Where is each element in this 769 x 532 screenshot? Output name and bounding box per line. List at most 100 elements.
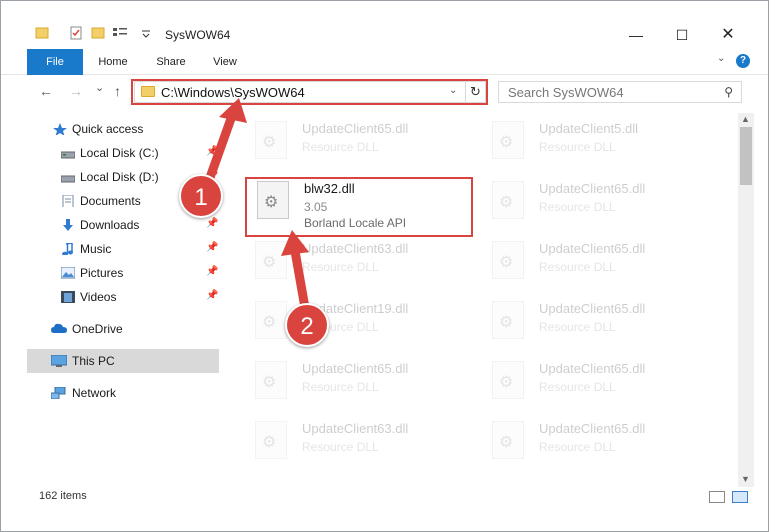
sidebar-item-this-pc[interactable]: This PC [27,349,219,373]
sidebar-item-network[interactable]: Network [27,381,219,405]
sidebar-item-label: Videos [80,290,117,304]
gear-icon: ⚙ [262,434,277,451]
new-folder-icon[interactable] [91,26,105,40]
sidebar-item-label: Music [80,242,112,256]
pin-icon[interactable]: 📌 [206,242,218,253]
up-button[interactable]: ↑ [114,83,121,99]
sidebar-item-pictures[interactable]: Pictures 📌 [27,261,219,285]
file-item[interactable]: ⚙ UpdateClient65.dll Resource DLL [482,295,710,347]
item-count: 162 items [39,490,87,502]
gear-icon: ⚙ [262,254,277,271]
chevron-down-icon[interactable]: ⌄ [717,53,725,64]
tiles-view-icon[interactable] [732,491,748,503]
search-input[interactable]: Search SysWOW64 ⚲ [498,81,742,103]
search-placeholder[interactable]: Search SysWOW64 [508,85,624,100]
address-highlight-box [131,79,488,105]
file-item[interactable]: ⚙ UpdateClient63.dll Resource DLL [245,415,473,467]
search-icon[interactable]: ⚲ [724,85,733,99]
scroll-up-icon[interactable]: ▲ [741,114,750,124]
sidebar-item-label: Quick access [72,122,144,136]
file-item[interactable]: ⚙ UpdateClient65.dll Resource DLL [482,415,710,467]
sidebar-item-music[interactable]: Music 📌 [27,237,219,261]
pin-icon[interactable]: 📌 [206,290,218,301]
file-type: Resource DLL [539,320,616,334]
sidebar-item-local-disk-c[interactable]: Local Disk (C:) 📌 [27,141,219,165]
sidebar-item-downloads[interactable]: Downloads 📌 [27,213,219,237]
sidebar-item-label: Local Disk (D:) [80,170,159,184]
gear-icon: ⚙ [499,434,514,451]
forward-button[interactable]: → [69,83,83,99]
callout-badge-1: 1 [179,174,223,218]
tab-view[interactable]: View [201,49,249,75]
tab-share[interactable]: Share [145,49,197,75]
dll-file-icon: ⚙ [492,241,524,279]
dll-file-icon: ⚙ [255,421,287,459]
file-item[interactable]: ⚙ UpdateClient65.dll Resource DLL [245,355,473,407]
file-type: Resource DLL [539,200,616,214]
file-item[interactable]: ⚙ UpdateClient5.dll Resource DLL [482,115,710,167]
scroll-down-icon[interactable]: ▼ [741,474,750,484]
sidebar-item-label: This PC [72,354,115,368]
file-name: UpdateClient65.dll [302,361,409,376]
back-button[interactable]: ← [39,83,53,99]
dll-file-icon: ⚙ [492,121,524,159]
file-name: UpdateClient65.dll [539,361,646,376]
file-item[interactable]: ⚙ UpdateClient65.dll Resource DLL [482,235,710,287]
close-button[interactable]: ✕ [705,21,751,49]
file-item[interactable]: ⚙ UpdateClient65.dll Resource DLL [245,115,473,167]
dll-file-icon: ⚙ [492,421,524,459]
pin-icon[interactable]: 📌 [206,266,218,277]
pin-icon[interactable]: 📌 [206,146,218,157]
file-type: Resource DLL [539,260,616,274]
details-view-icon[interactable] [709,491,725,503]
recent-locations-button[interactable]: ⌄ [95,81,104,94]
dll-file-icon: ⚙ [255,301,287,339]
file-item[interactable]: ⚙ UpdateClient65.dll Resource DLL [482,355,710,407]
sidebar-item-label: OneDrive [72,322,123,336]
gear-icon: ⚙ [262,374,277,391]
file-item[interactable]: ⚙ UpdateClient65.dll Resource DLL [482,175,710,227]
sidebar-item-label: Network [72,386,117,400]
gear-icon: ⚙ [499,314,514,331]
help-icon[interactable]: ? [736,54,750,68]
drive-icon [61,175,75,183]
file-name: UpdateClient63.dll [302,241,409,256]
navigation-pane: Quick access Local Disk (C:) 📌 Local Dis… [27,113,219,481]
minimize-button[interactable]: — [613,21,659,49]
file-type: Resource DLL [302,440,379,454]
folder-icon[interactable] [35,26,49,40]
sidebar-item-quick-access[interactable]: Quick access [27,117,219,141]
gear-icon: ⚙ [499,194,514,211]
file-name: UpdateClient65.dll [539,301,646,316]
star-icon [53,123,67,135]
file-item[interactable]: ⚙ UpdateClient19.dll Resource DLL [245,295,473,347]
file-name: UpdateClient65.dll [302,121,409,136]
file-type: Resource DLL [302,380,379,394]
file-name: UpdateClient5.dll [539,121,639,136]
sidebar-item-label: Downloads [80,218,140,232]
file-item[interactable]: ⚙ UpdateClient63.dll Resource DLL [245,235,473,287]
properties-icon[interactable] [69,26,83,40]
cloud-icon [51,323,67,333]
file-type: Resource DLL [539,440,616,454]
gear-icon: ⚙ [499,254,514,271]
drive-icon [61,151,75,159]
sidebar-item-label: Documents [80,194,141,208]
status-bar: 162 items [1,487,768,509]
view-options-icon[interactable] [112,26,130,40]
tab-file[interactable]: File [27,49,83,75]
network-icon [51,387,66,399]
sidebar-item-onedrive[interactable]: OneDrive [27,317,219,341]
gear-icon: ⚙ [262,134,277,151]
dll-file-icon: ⚙ [255,361,287,399]
scrollbar-thumb[interactable] [740,127,752,185]
music-icon [62,243,73,255]
pin-icon[interactable]: 📌 [206,218,218,229]
tab-home[interactable]: Home [87,49,139,75]
customize-toolbar-icon[interactable] [141,26,151,40]
gear-icon: ⚙ [499,134,514,151]
file-name: UpdateClient65.dll [539,241,646,256]
maximize-button[interactable]: ☐ [659,21,705,49]
vertical-scrollbar[interactable]: ▲ ▼ [738,113,754,487]
sidebar-item-videos[interactable]: Videos 📌 [27,285,219,309]
